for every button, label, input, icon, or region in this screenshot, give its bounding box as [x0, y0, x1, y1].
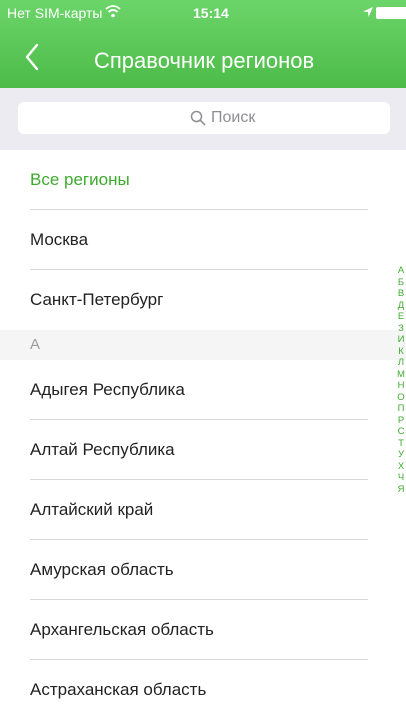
list-item-label: Москва	[30, 230, 89, 249]
list-item-label: Астраханская область	[30, 680, 207, 699]
list-item[interactable]: Астраханская область	[0, 660, 406, 720]
index-letter[interactable]: С	[396, 426, 406, 438]
status-bar: Нет SIM-карты 15:14	[0, 0, 406, 26]
list-item-label: Санкт-Петербург	[30, 290, 164, 309]
index-letter[interactable]: А	[396, 265, 406, 277]
list-item[interactable]: Амурская область	[0, 540, 406, 600]
chevron-left-icon	[18, 43, 48, 78]
list-item[interactable]: Санкт-Петербург	[0, 270, 406, 330]
carrier-label: Нет SIM-карты	[7, 5, 103, 21]
index-letter[interactable]: Р	[396, 415, 406, 427]
search-input[interactable]: Поиск	[18, 102, 390, 134]
section-label: А	[30, 336, 41, 353]
index-letter[interactable]: О	[396, 392, 406, 404]
search-placeholder: Поиск	[211, 109, 256, 126]
back-button[interactable]	[18, 40, 48, 74]
location-icon	[362, 5, 374, 21]
index-letter[interactable]: Х	[396, 461, 406, 473]
list-item-label: Все регионы	[30, 170, 130, 189]
search-area: Поиск	[0, 88, 406, 150]
index-letter[interactable]: З	[396, 323, 406, 335]
list-item[interactable]: Адыгея Республика	[0, 360, 406, 420]
section-header: А	[0, 330, 406, 360]
index-letter[interactable]: Л	[396, 357, 406, 369]
search-icon	[190, 110, 206, 131]
index-letter[interactable]: Т	[396, 438, 406, 450]
list-item[interactable]: Алтайский край	[0, 480, 406, 540]
list-item-label: Алтайский край	[30, 500, 154, 519]
list-item-all-regions[interactable]: Все регионы	[0, 150, 406, 210]
battery-icon	[376, 7, 406, 19]
list-item[interactable]: Алтай Республика	[0, 420, 406, 480]
index-letter[interactable]: Е	[396, 311, 406, 323]
index-letter[interactable]: Д	[396, 300, 406, 312]
list-item[interactable]: Архангельская область	[0, 600, 406, 660]
index-letter[interactable]: М	[396, 369, 406, 381]
index-letter[interactable]: Я	[396, 484, 406, 496]
nav-bar: Справочник регионов	[0, 26, 406, 88]
index-letter[interactable]: Н	[396, 380, 406, 392]
list-item-label: Архангельская область	[30, 620, 214, 639]
section-index-bar[interactable]: АБВДЕЗИКЛМНОПРСТУХЧЯ	[396, 265, 406, 495]
index-letter[interactable]: У	[396, 449, 406, 461]
status-time: 15:14	[193, 5, 229, 21]
index-letter[interactable]: Б	[396, 277, 406, 289]
region-list: Все регионы Москва Санкт-Петербург А Ады…	[0, 150, 406, 720]
index-letter[interactable]: Ч	[396, 472, 406, 484]
index-letter[interactable]: П	[396, 403, 406, 415]
index-letter[interactable]: И	[396, 334, 406, 346]
index-letter[interactable]: В	[396, 288, 406, 300]
list-item-label: Амурская область	[30, 560, 174, 579]
list-item-label: Алтай Республика	[30, 440, 175, 459]
wifi-icon	[105, 4, 121, 21]
index-letter[interactable]: К	[396, 346, 406, 358]
header: Нет SIM-карты 15:14 Справочник регионов	[0, 0, 406, 88]
page-title: Справочник регионов	[94, 48, 315, 73]
list-item[interactable]: Москва	[0, 210, 406, 270]
list-item-label: Адыгея Республика	[30, 380, 185, 399]
